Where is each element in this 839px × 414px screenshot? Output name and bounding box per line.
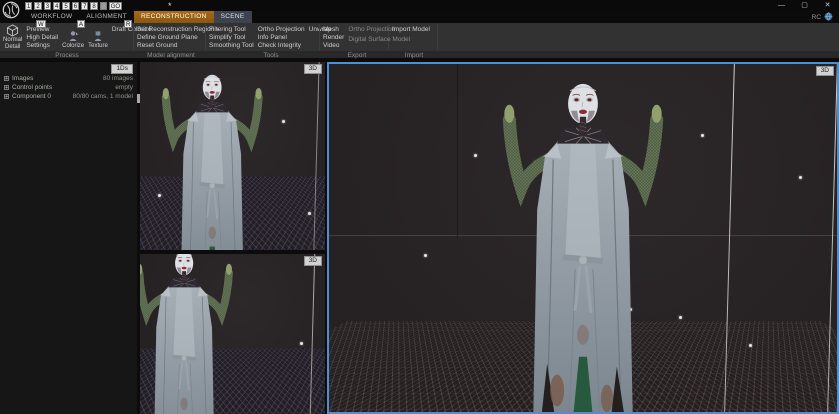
tab-reconstruction[interactable]: RECONSTRUCTION bbox=[134, 11, 214, 23]
view-type-badge-1ds[interactable]: 1Ds bbox=[111, 64, 133, 74]
settings-button[interactable]: Settings bbox=[26, 42, 58, 50]
view-type-badge-3d[interactable]: 3D bbox=[304, 64, 322, 74]
document-modified-marker: * bbox=[168, 1, 172, 11]
normal-detail-button[interactable]: Normal Detail bbox=[3, 24, 22, 50]
keytip-8: 8 bbox=[90, 2, 97, 10]
group-export: Mesh Render Video Ortho Projection Digit… bbox=[320, 23, 388, 51]
group-tools: Filtering Tool Simplify Tool Smoothing T… bbox=[206, 23, 319, 51]
keytip-3: 3 bbox=[44, 2, 51, 10]
keytip-alignment: A bbox=[77, 20, 85, 28]
keytip-blank bbox=[100, 2, 107, 10]
viewport-3d-top[interactable]: 3D bbox=[140, 62, 325, 252]
statue-model bbox=[140, 254, 325, 414]
filtering-tool-button[interactable]: Filtering Tool bbox=[209, 26, 254, 34]
viewport-3d-bottom[interactable]: 3D bbox=[140, 254, 325, 414]
tools-group-label: Tools bbox=[263, 51, 278, 60]
component-stats: 80/80 cams, 1 model bbox=[73, 93, 133, 100]
keytip-2: 2 bbox=[34, 2, 41, 10]
tree-row-images[interactable]: + Images 80 images bbox=[4, 74, 133, 83]
export-video-button[interactable]: Video bbox=[323, 42, 344, 50]
export-mesh-button[interactable]: Mesh bbox=[323, 26, 344, 34]
colorize-icon bbox=[67, 30, 79, 42]
simplify-tool-button[interactable]: Simplify Tool bbox=[209, 34, 254, 42]
check-integrity-button[interactable]: Check Integrity bbox=[258, 42, 305, 50]
keytip-6: 6 bbox=[72, 2, 79, 10]
ribbon-group-labels: Process Model alignment Tools Export Imp… bbox=[0, 51, 839, 60]
quick-access-keytips: 1 2 3 4 5 6 7 8 GO bbox=[25, 2, 122, 10]
keytip-go: GO bbox=[109, 2, 122, 10]
realitycapture-logo[interactable] bbox=[2, 1, 20, 19]
view-type-badge-3d[interactable]: 3D bbox=[304, 256, 322, 266]
keytip-7: 7 bbox=[81, 2, 88, 10]
tab-workflow[interactable]: WORKFLOW bbox=[24, 11, 79, 23]
texture-icon bbox=[92, 30, 104, 42]
tree-row-component[interactable]: + Component 0 80/80 cams, 1 model bbox=[4, 92, 133, 101]
high-detail-button[interactable]: High Detail bbox=[26, 34, 58, 42]
expand-icon[interactable]: + bbox=[4, 85, 9, 90]
import-group-label: Import bbox=[405, 51, 423, 60]
expand-icon[interactable]: + bbox=[4, 94, 9, 99]
images-count: 80 images bbox=[103, 75, 133, 82]
process-group-label: Process bbox=[55, 51, 78, 60]
rc-brand-label: RC bbox=[812, 14, 821, 21]
minimize-button[interactable]: — bbox=[770, 0, 793, 11]
keytip-1: 1 bbox=[25, 2, 32, 10]
ortho-projection-button[interactable]: Ortho Projection bbox=[258, 26, 305, 34]
keytip-workflow: W bbox=[36, 20, 46, 28]
group-model-alignment: Set Reconstruction Region ▾ Define Groun… bbox=[134, 23, 205, 51]
maximize-button[interactable]: ▢ bbox=[793, 0, 816, 11]
title-bar: 1 2 3 4 5 6 7 8 GO * — ▢ ✕ bbox=[0, 0, 839, 11]
view-type-badge-3d[interactable]: 3D bbox=[816, 66, 834, 76]
group-process: Normal Detail Preview High Detail Settin… bbox=[0, 23, 133, 51]
expand-icon[interactable]: + bbox=[4, 76, 9, 81]
cube-icon bbox=[6, 24, 19, 37]
export-render-button[interactable]: Render bbox=[323, 34, 344, 42]
workspace: 1Ds + Images 80 images + Control points … bbox=[0, 62, 839, 414]
realitycapture-window: 1 2 3 4 5 6 7 8 GO * — ▢ ✕ WORKFLOW ALIG… bbox=[0, 0, 839, 414]
keytip-5: 5 bbox=[62, 2, 69, 10]
tree-row-control-points[interactable]: + Control points empty bbox=[4, 83, 133, 92]
scene-tree-panel[interactable]: 1Ds + Images 80 images + Control points … bbox=[0, 62, 137, 414]
smoothing-tool-button[interactable]: Smoothing Tool bbox=[209, 42, 254, 50]
viewport-3d-main[interactable]: 3D bbox=[327, 62, 839, 414]
model-alignment-group-label: Model alignment bbox=[147, 51, 195, 60]
info-panel-button[interactable]: Info Panel bbox=[258, 34, 305, 42]
keytip-4: 4 bbox=[53, 2, 60, 10]
export-ortho-projection-button[interactable]: Ortho Projection bbox=[348, 26, 410, 34]
tab-scene[interactable]: SCENE bbox=[214, 11, 252, 23]
statue-model bbox=[140, 62, 325, 250]
statue-model bbox=[329, 62, 837, 414]
control-points-count: empty bbox=[115, 84, 133, 91]
export-dsm-button[interactable]: Digital Surface Model bbox=[348, 36, 410, 44]
export-group-label: Export bbox=[348, 51, 367, 60]
texture-button[interactable]: Texture bbox=[88, 24, 108, 50]
keytip-reconstruction: R bbox=[124, 20, 132, 28]
